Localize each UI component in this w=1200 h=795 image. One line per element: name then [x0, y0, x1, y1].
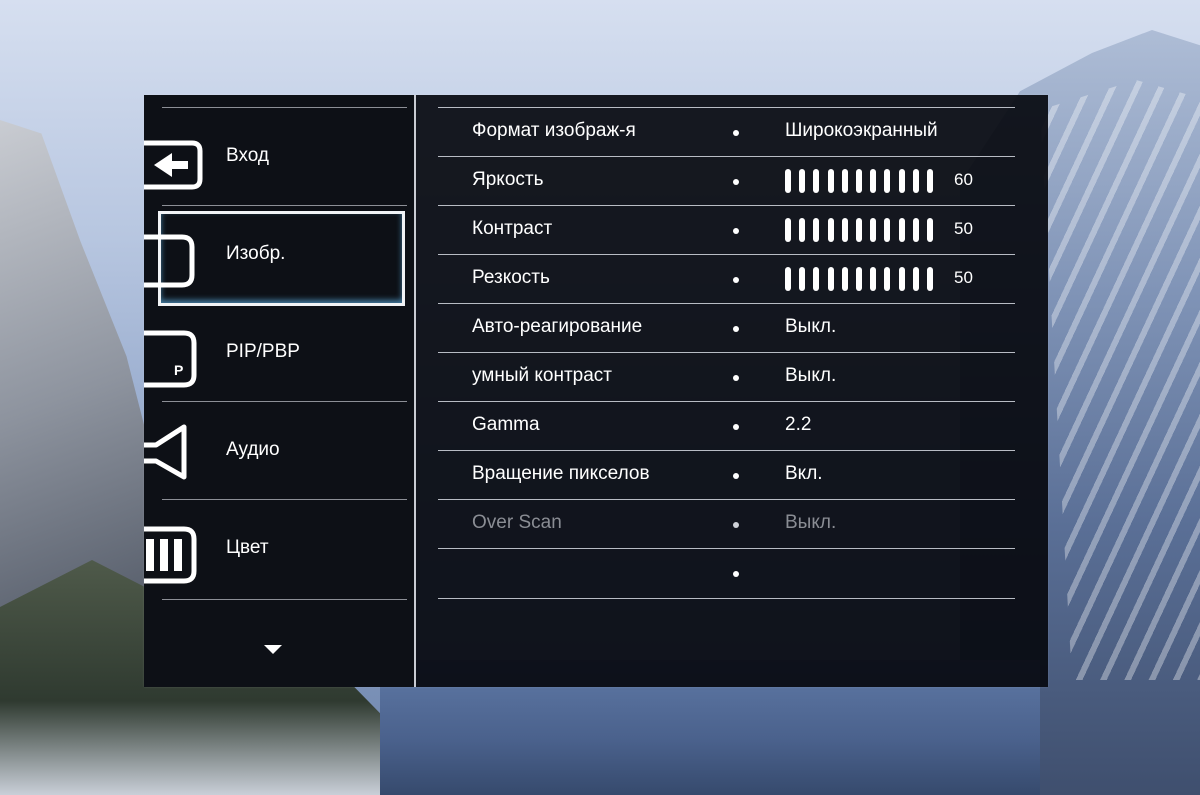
setting-name: Формат изображ-я: [472, 120, 636, 141]
bullet-icon: [733, 375, 739, 381]
sidebar-item-input[interactable]: Вход: [144, 107, 414, 205]
level-segment: [927, 169, 933, 193]
sidebar-item-pip[interactable]: P PIP/PBP: [144, 303, 414, 401]
level-segment: [841, 267, 848, 291]
level-segment: [870, 169, 877, 193]
level-segment: [856, 267, 862, 291]
level-segment: [799, 218, 806, 242]
setting-name: Яркость: [472, 169, 544, 190]
setting-name: Резкость: [472, 267, 550, 288]
level-segment: [856, 218, 862, 242]
chevron-down-icon[interactable]: [264, 645, 282, 654]
level-segment: [898, 267, 905, 291]
setting-row-pixel-orbiting[interactable]: Вращение пикселов Вкл.: [438, 450, 1015, 500]
bullet-icon: [733, 424, 739, 430]
level-segment: [813, 169, 820, 193]
level-segment: [827, 267, 834, 291]
level-segment: [870, 267, 877, 291]
setting-row-empty[interactable]: [438, 548, 1015, 599]
level-segment: [785, 169, 791, 193]
bullet-icon: [733, 179, 739, 185]
bullet-icon: [733, 130, 739, 136]
pip-icon: P: [144, 330, 197, 388]
bullet-icon: [733, 571, 739, 577]
level-segment: [799, 267, 806, 291]
sidebar-item-picture[interactable]: Изобр.: [144, 205, 414, 306]
level-value: 60: [954, 170, 973, 189]
setting-row-aspect[interactable]: Формат изображ-я Широкоэкранный: [438, 107, 1015, 157]
level-segment: [912, 169, 919, 193]
setting-name: Авто-реагирование: [472, 316, 643, 337]
level-segment: [870, 218, 877, 242]
setting-row-overscan: Over Scan Выкл.: [438, 499, 1015, 549]
level-segment: [912, 218, 919, 242]
bullet-icon: [733, 326, 739, 332]
setting-row-smart-contrast[interactable]: умный контраст Выкл.: [438, 352, 1015, 402]
bullet-icon: [733, 277, 739, 283]
setting-row-contrast[interactable]: Контраст 50: [438, 205, 1015, 255]
setting-name: Вращение пикселов: [472, 463, 650, 484]
bullet-icon: [733, 522, 739, 528]
setting-name: Over Scan: [472, 512, 562, 533]
level-segment: [841, 169, 848, 193]
sidebar-item-label: Вход: [226, 145, 269, 166]
level-segment: [827, 169, 834, 193]
sidebar-item-label: Изобр.: [226, 243, 286, 264]
setting-row-response[interactable]: Авто-реагирование Выкл.: [438, 303, 1015, 353]
setting-value: Широкоэкранный: [785, 120, 938, 141]
sidebar-item-label: PIP/PBP: [226, 341, 300, 362]
level-segment: [813, 218, 820, 242]
setting-row-gamma[interactable]: Gamma 2.2: [438, 401, 1015, 451]
setting-name: умный контраст: [472, 365, 613, 386]
osd-menu: Вход Изобр. P PIP/PBP Аудио Цвет Формат …: [144, 95, 1048, 687]
level-segment: [813, 267, 820, 291]
level-segment: [841, 218, 848, 242]
setting-row-sharpness[interactable]: Резкость 50: [438, 254, 1015, 304]
setting-value: Выкл.: [785, 512, 837, 533]
color-icon: [144, 526, 197, 584]
level-segment: [856, 169, 862, 193]
sidebar-item-label: Цвет: [226, 537, 269, 558]
setting-value: Выкл.: [785, 316, 837, 337]
setting-row-brightness[interactable]: Яркость 60: [438, 156, 1015, 206]
level-segment: [785, 218, 791, 242]
setting-name: Gamma: [472, 414, 540, 435]
divider: [162, 599, 407, 600]
level-segment: [799, 169, 806, 193]
setting-value: Вкл.: [785, 463, 823, 484]
settings-list: Формат изображ-я Широкоэкранный Яркость …: [416, 95, 1048, 687]
level-segment: [884, 169, 891, 193]
level-segment: [785, 267, 791, 291]
level-segment: [912, 267, 919, 291]
sidebar-item-color[interactable]: Цвет: [144, 499, 414, 597]
bullet-icon: [733, 473, 739, 479]
bullet-icon: [733, 228, 739, 234]
picture-icon: [144, 234, 195, 288]
level-segment: [884, 267, 891, 291]
level-segment: [898, 169, 905, 193]
level-segment: [927, 218, 933, 242]
level-segment: [884, 218, 891, 242]
svg-text:P: P: [174, 362, 183, 378]
setting-value: 2.2: [785, 414, 812, 435]
setting-name: Контраст: [472, 218, 553, 239]
setting-value: Выкл.: [785, 365, 837, 386]
level-segment: [898, 218, 905, 242]
level-segment: [827, 218, 834, 242]
osd-sidebar: Вход Изобр. P PIP/PBP Аудио Цвет: [144, 95, 416, 687]
sidebar-item-label: Аудио: [226, 439, 280, 460]
level-value: 50: [954, 268, 973, 287]
sidebar-item-audio[interactable]: Аудио: [144, 401, 414, 499]
level-segment: [927, 267, 933, 291]
input-source-icon: [144, 140, 203, 190]
speaker-icon: [144, 424, 187, 480]
level-value: 50: [954, 219, 973, 238]
